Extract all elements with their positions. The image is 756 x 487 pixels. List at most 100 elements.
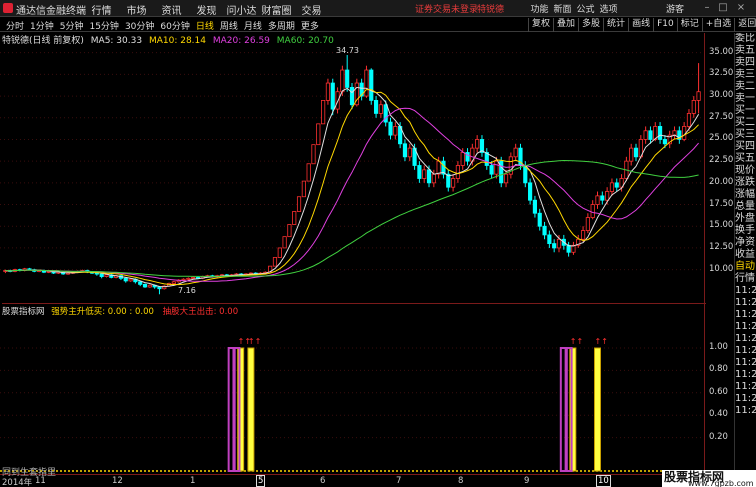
tab-more[interactable]: 更多	[298, 19, 322, 32]
candle-up	[340, 69, 345, 93]
tool-f10[interactable]: F10	[653, 18, 677, 32]
menu-item-ask[interactable]: 问小达	[224, 2, 259, 17]
tab-multi-period[interactable]: 多周期	[265, 19, 298, 32]
candle-down	[330, 82, 335, 110]
menu-item-news[interactable]: 资讯	[154, 2, 189, 17]
ma5-line	[5, 86, 700, 288]
tab-60min[interactable]: 60分钟	[157, 19, 192, 32]
candle-up	[335, 91, 340, 110]
side-panel-item: 卖二	[735, 81, 755, 92]
candle-up	[422, 169, 427, 179]
candle-down	[600, 195, 605, 201]
menu-item-wealth[interactable]: 财富圈	[259, 2, 294, 17]
menu-item-function[interactable]: 功能	[528, 2, 551, 15]
candle-up	[272, 257, 278, 267]
tab-intraday[interactable]: 分时	[3, 19, 27, 32]
menu-item-trade[interactable]: 交易	[294, 2, 329, 17]
tab-monthly[interactable]: 月线	[241, 19, 265, 32]
side-panel-item: 卖四	[735, 57, 755, 68]
tool-multi-stock[interactable]: 多股	[578, 18, 603, 32]
tool-statistics[interactable]: 统计	[603, 18, 628, 32]
candle-up	[181, 278, 186, 281]
price-tick-label: 27.50	[709, 111, 734, 122]
candle-up	[460, 152, 465, 166]
date-tick-label: 9	[524, 476, 530, 486]
tab-30min[interactable]: 30分钟	[122, 19, 157, 32]
tool-overlay[interactable]: 叠加	[553, 18, 578, 32]
menu-item-exchange[interactable]: 市场	[119, 2, 154, 17]
candle-up	[643, 130, 648, 140]
date-tick-label: 8	[458, 476, 464, 486]
menu-item-formula[interactable]: 公式	[574, 2, 597, 15]
tab-daily[interactable]: 日线	[193, 19, 217, 32]
side-panel-item: 买五	[735, 153, 755, 164]
indicator-tick-label: 0.40	[709, 409, 728, 420]
tool-back[interactable]: 返回	[734, 18, 756, 32]
right-menu: 功能 新面 公式 选项	[528, 2, 620, 15]
login-status[interactable]: 证券交易未登录	[415, 2, 478, 15]
price-tick-label: 15.00	[709, 220, 734, 231]
candle-up	[191, 277, 196, 279]
side-panel-item: 11:29	[735, 345, 756, 356]
tab-15min[interactable]: 15分钟	[86, 19, 121, 32]
candlestick-chart[interactable]	[0, 44, 704, 300]
minimize-button[interactable]: –	[700, 1, 714, 15]
menu-item-market[interactable]: 行情	[84, 2, 119, 17]
candle-down	[528, 182, 533, 201]
menu-item-discover[interactable]: 发现	[189, 2, 224, 17]
signal-bar-buy	[594, 347, 602, 472]
candle-down	[566, 244, 571, 253]
app-title: 通达信金融终端	[16, 6, 86, 17]
tab-1min[interactable]: 1分钟	[27, 19, 57, 32]
candle-down	[657, 126, 663, 140]
candle-up	[301, 180, 306, 198]
indicator-chart[interactable]: ↑↑↑↑ ↑↑ ↑↑	[0, 312, 704, 474]
side-panel-item: 11:29	[735, 333, 756, 344]
signal-bar-buy	[247, 347, 255, 472]
signal-arrow-icon: ↑↑	[570, 337, 583, 346]
side-panel-item: 11:29	[735, 321, 756, 332]
side-panel-item: 总量	[735, 201, 755, 212]
candle-up	[287, 224, 292, 238]
candle-down	[123, 277, 128, 282]
ma20-line	[5, 107, 699, 282]
low-price-label: 7.16	[178, 286, 196, 295]
candle-up	[475, 139, 480, 149]
price-tick-label: 20.00	[709, 176, 734, 187]
tool-draw-line[interactable]: 画线	[628, 18, 653, 32]
side-panel-item: 11:29	[735, 393, 756, 404]
candle-up	[364, 69, 369, 97]
candle-up	[605, 191, 610, 201]
side-panel-item: 净资	[735, 237, 755, 248]
tab-weekly[interactable]: 周线	[217, 19, 241, 32]
menu-item-options[interactable]: 选项	[597, 2, 620, 15]
candle-up	[585, 217, 590, 231]
indicator-tick-label: 0.60	[709, 386, 728, 397]
tool-mark[interactable]: 标记	[676, 18, 702, 32]
candle-down	[94, 272, 99, 275]
price-tick-label: 25.00	[709, 133, 734, 144]
chart-tools: 复权 叠加 多股 统计 画线 F10 标记 +自选 返回	[528, 18, 756, 32]
tab-5min[interactable]: 5分钟	[57, 19, 87, 32]
period-toolbar: 分时 1分钟 5分钟 15分钟 30分钟 60分钟 日线 周线 月线 多周期 更…	[0, 18, 756, 32]
candle-up	[325, 82, 331, 101]
candle-down	[648, 130, 653, 140]
candle-down	[157, 286, 162, 290]
date-tick-label: 7	[396, 476, 402, 486]
tool-adjust[interactable]: 复权	[528, 18, 553, 32]
guest-user[interactable]: 游客	[666, 2, 684, 15]
candle-up	[128, 278, 133, 282]
quote-side-panel[interactable]: 委比 卖五 卖四 卖三 卖二 卖一 买一 买二 买三 买四 买五 现价 涨跌 涨幅 总量 外盘 换手 净资 收益 自动…	[734, 33, 756, 487]
signal-bar-strong	[564, 347, 573, 472]
price-tick-label: 12.50	[709, 241, 734, 252]
close-button[interactable]: ×	[734, 1, 748, 15]
side-panel-item: 涨跌	[735, 177, 755, 188]
side-panel-item: 11:29	[735, 405, 756, 416]
candle-up	[277, 247, 282, 258]
top-menu-bar: 通达信金融终端 行情 市场 资讯 发现 问小达 财富圈 交易 证券交易未登录 特…	[0, 0, 756, 17]
menu-item-new-layout[interactable]: 新面	[551, 2, 574, 15]
maximize-button[interactable]: □	[716, 1, 730, 15]
date-axis: 2014年11121567891011	[0, 474, 704, 487]
tool-add-watchlist[interactable]: +自选	[701, 18, 735, 32]
indicator-tick-label: 0.20	[709, 431, 728, 442]
